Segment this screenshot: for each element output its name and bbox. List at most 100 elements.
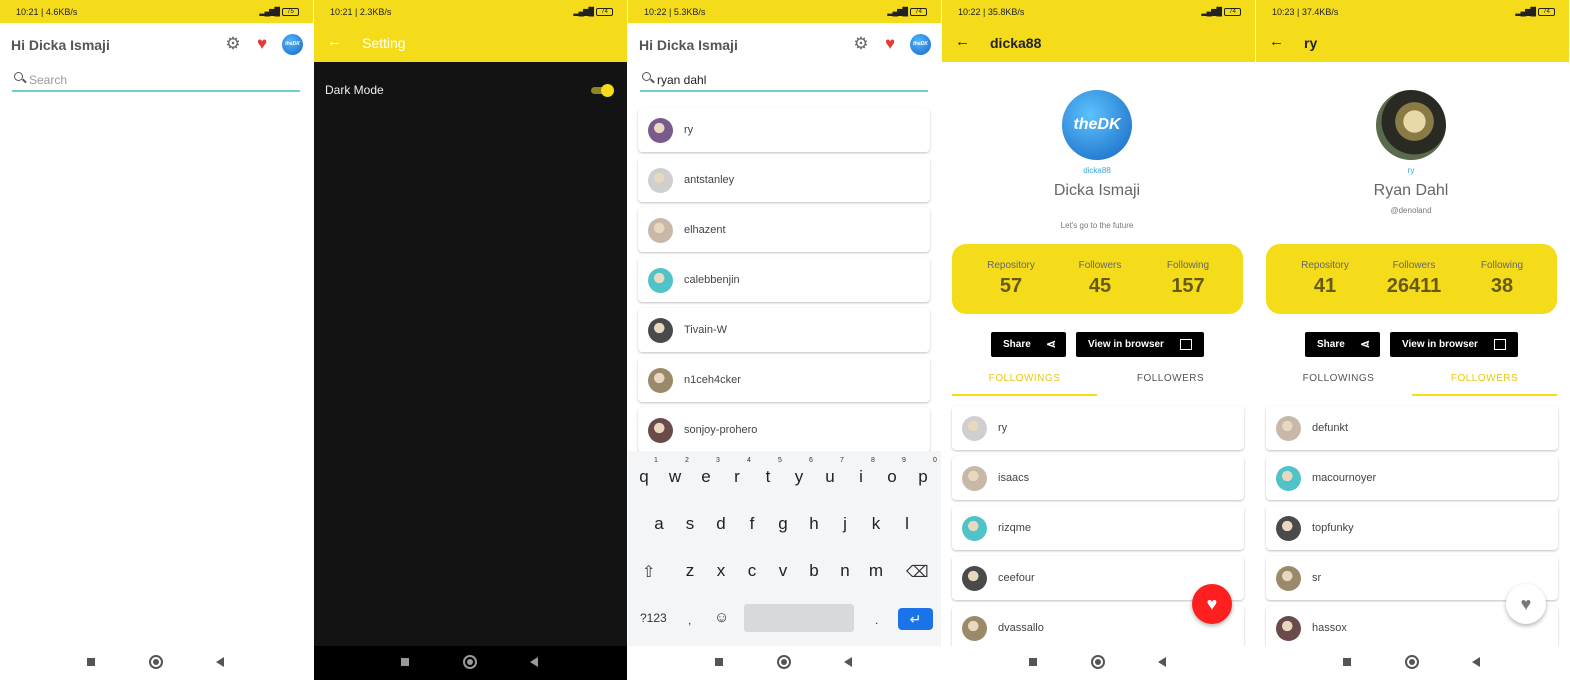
comma-key[interactable]: , xyxy=(688,613,691,627)
back-arrow-icon[interactable]: ← xyxy=(327,33,342,50)
view-in-browser-button[interactable]: View in browser xyxy=(1076,332,1204,357)
backspace-icon[interactable]: ⌫ xyxy=(906,562,929,582)
back-arrow-icon[interactable]: ← xyxy=(1269,33,1284,50)
list-item[interactable]: sonjoy-prohero xyxy=(638,408,930,452)
keyboard-key[interactable]: p xyxy=(911,467,935,487)
list-item[interactable]: topfunky xyxy=(1266,506,1558,550)
back-triangle-icon[interactable] xyxy=(216,657,224,667)
keyboard-key[interactable]: l xyxy=(895,514,919,534)
keyboard-key[interactable]: u xyxy=(818,467,842,487)
heart-icon[interactable]: ♥ xyxy=(881,35,899,53)
open-in-browser-icon xyxy=(1494,339,1506,350)
heart-icon[interactable]: ♥ xyxy=(253,35,271,53)
keyboard-key[interactable]: t xyxy=(756,467,780,487)
symbols-key[interactable]: ?123 xyxy=(640,611,667,625)
enter-icon[interactable]: ↵ xyxy=(898,608,933,630)
home-icon[interactable] xyxy=(1091,655,1105,669)
share-button[interactable]: Share ⋖ xyxy=(1305,332,1380,357)
home-icon[interactable] xyxy=(149,655,163,669)
dark-mode-toggle[interactable] xyxy=(591,84,614,97)
profile-login[interactable]: dicka88 xyxy=(942,166,1252,175)
keyboard-key[interactable]: f xyxy=(740,514,764,534)
search-input[interactable] xyxy=(657,73,917,87)
keyboard-key[interactable]: z xyxy=(678,561,702,581)
keyboard-key[interactable]: c xyxy=(740,561,764,581)
emoji-icon[interactable]: ☺ xyxy=(714,609,729,626)
favorite-heart-icon[interactable]: ♥ xyxy=(1192,584,1232,624)
keyboard-key[interactable]: g xyxy=(771,514,795,534)
recents-icon[interactable] xyxy=(87,658,95,666)
user-avatar xyxy=(1276,566,1301,591)
home-header: Hi Dicka Ismaji ⚙ ♥ theDK xyxy=(0,23,313,65)
keyboard-key[interactable]: v xyxy=(771,561,795,581)
keyboard-key[interactable]: h xyxy=(802,514,826,534)
user-avatar xyxy=(648,218,673,243)
list-item[interactable]: isaacs xyxy=(952,456,1244,500)
keyboard-key[interactable]: d xyxy=(709,514,733,534)
keyboard-key[interactable]: o xyxy=(880,467,904,487)
home-icon[interactable] xyxy=(777,655,791,669)
recents-icon[interactable] xyxy=(1029,658,1037,666)
status-time: 10:22 | 5.3KB/s xyxy=(644,7,706,17)
tab-followings[interactable]: FOLLOWINGS xyxy=(952,368,1097,396)
keyboard-key[interactable]: a xyxy=(647,514,671,534)
tab-followers[interactable]: FOLLOWERS xyxy=(1098,368,1243,396)
back-triangle-icon[interactable] xyxy=(1472,657,1480,667)
view-in-browser-button[interactable]: View in browser xyxy=(1390,332,1518,357)
tab-followings[interactable]: FOLLOWINGS xyxy=(1266,368,1411,396)
avatar[interactable]: theDK xyxy=(282,34,303,55)
list-item[interactable]: n1ceh4cker xyxy=(638,358,930,402)
list-item[interactable]: ry xyxy=(638,108,930,152)
recents-icon[interactable] xyxy=(1343,658,1351,666)
recents-icon[interactable] xyxy=(401,658,409,666)
stat-value: 26411 xyxy=(1386,275,1442,297)
back-triangle-icon[interactable] xyxy=(530,657,538,667)
recents-icon[interactable] xyxy=(715,658,723,666)
back-triangle-icon[interactable] xyxy=(844,657,852,667)
keyboard-key[interactable]: i xyxy=(849,467,873,487)
search-input[interactable] xyxy=(29,73,289,87)
signal-icon: ▂▄▆█ xyxy=(573,7,594,16)
keyboard-key[interactable]: k xyxy=(864,514,888,534)
gear-icon[interactable]: ⚙ xyxy=(224,35,242,53)
list-item[interactable]: rizqme xyxy=(952,506,1244,550)
list-item[interactable]: Tivain-W xyxy=(638,308,930,352)
keyboard-key[interactable]: q xyxy=(632,467,656,487)
keyboard-key[interactable]: x xyxy=(709,561,733,581)
stat-followers: Followers 26411 xyxy=(1369,260,1459,298)
status-time: 10:23 | 37.4KB/s xyxy=(1272,7,1339,17)
back-triangle-icon[interactable] xyxy=(1158,657,1166,667)
list-item[interactable]: ry xyxy=(952,406,1244,450)
keyboard-key[interactable]: b xyxy=(802,561,826,581)
keyboard-key[interactable]: n xyxy=(833,561,857,581)
share-button[interactable]: Share ⋖ xyxy=(991,332,1066,357)
user-avatar xyxy=(1276,616,1301,641)
follow-tabs: FOLLOWINGS FOLLOWERS xyxy=(952,368,1243,396)
list-item[interactable]: antstanley xyxy=(638,158,930,202)
stat-following: Following 157 xyxy=(1143,260,1233,298)
home-icon[interactable] xyxy=(1405,655,1419,669)
list-item[interactable]: macournoyer xyxy=(1266,456,1558,500)
list-item[interactable]: elhazent xyxy=(638,208,930,252)
back-arrow-icon[interactable]: ← xyxy=(955,33,970,50)
profile-bio: Let's go to the future xyxy=(1060,221,1134,230)
home-icon[interactable] xyxy=(463,655,477,669)
keyboard-key[interactable]: m xyxy=(864,561,888,581)
keyboard-key[interactable]: j xyxy=(833,514,857,534)
user-avatar xyxy=(962,516,987,541)
keyboard-key[interactable]: e xyxy=(694,467,718,487)
keyboard-key[interactable]: r xyxy=(725,467,749,487)
keyboard-key[interactable]: w xyxy=(663,467,687,487)
keyboard-key[interactable]: y xyxy=(787,467,811,487)
keyboard-key[interactable]: s xyxy=(678,514,702,534)
profile-login[interactable]: ry xyxy=(1256,166,1566,175)
favorite-heart-icon[interactable]: ♥ xyxy=(1506,584,1546,624)
shift-icon[interactable]: ⇧ xyxy=(642,562,655,582)
period-key[interactable]: . xyxy=(875,613,878,627)
space-key[interactable] xyxy=(744,604,854,632)
tab-followers[interactable]: FOLLOWERS xyxy=(1412,368,1557,396)
avatar[interactable]: theDK xyxy=(910,34,931,55)
list-item[interactable]: calebbenjin xyxy=(638,258,930,302)
list-item[interactable]: defunkt xyxy=(1266,406,1558,450)
gear-icon[interactable]: ⚙ xyxy=(852,35,870,53)
